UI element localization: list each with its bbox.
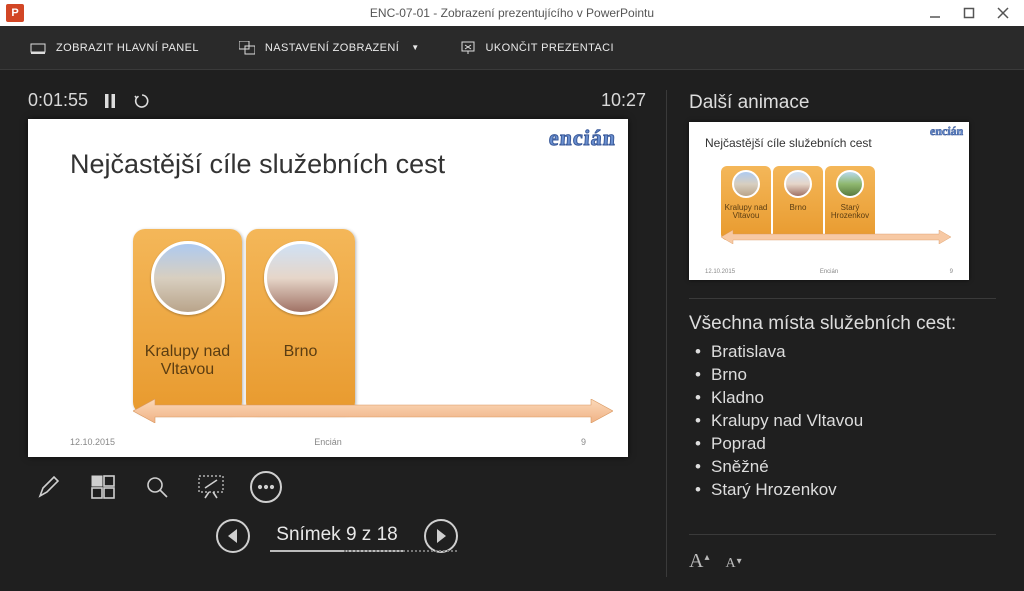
chevron-down-icon: ▼ [411, 43, 419, 52]
show-taskbar-label: ZOBRAZIT HLAVNÍ PANEL [56, 42, 199, 54]
card-photo [264, 241, 338, 315]
card-label: Kralupy nad Vltavou [725, 204, 768, 221]
window-buttons [918, 0, 1020, 26]
notes-title: Všechna místa služebních cest: [689, 313, 996, 335]
all-slides-tool[interactable] [88, 472, 118, 502]
end-show-label: UKONČIT PREZENTACI [486, 42, 614, 54]
more-tools[interactable] [250, 471, 282, 503]
window-title: ENC-07-01 - Zobrazení prezentujícího v P… [0, 6, 1024, 20]
next-slide-preview[interactable]: encián Nejčastější cíle služebních cest … [689, 122, 969, 280]
taskbar-icon [30, 41, 46, 55]
right-panel: Další animace encián Nejčastější cíle sl… [666, 90, 996, 577]
display-settings-button[interactable]: NASTAVENÍ ZOBRAZENÍ ▼ [239, 41, 420, 55]
prev-slide-button[interactable] [216, 519, 250, 553]
double-arrow-icon [133, 399, 613, 423]
preview-footer-number: 9 [950, 269, 953, 275]
minimize-button[interactable] [918, 0, 952, 26]
card-label: Kralupy nad Vltavou [145, 343, 230, 380]
black-screen-tool[interactable] [196, 472, 226, 502]
divider [689, 298, 996, 299]
preview-card: Kralupy nad Vltavou [721, 166, 771, 240]
list-item: Sněžné [689, 456, 996, 479]
card-label: Brno [790, 204, 807, 212]
pause-button[interactable] [100, 91, 120, 111]
preview-cards: Kralupy nad Vltavou Brno Starý Hrozenkov [721, 166, 875, 240]
slide-counter[interactable]: Snímek 9 z 18 [270, 520, 403, 552]
list-item: Kralupy nad Vltavou [689, 410, 996, 433]
font-decrease-button[interactable]: A▾ [725, 551, 741, 571]
card-photo [151, 241, 225, 315]
display-settings-icon [239, 41, 255, 55]
next-animation-heading: Další animace [689, 92, 996, 114]
pen-tool[interactable] [34, 472, 64, 502]
card-label: Brno [284, 343, 318, 361]
double-arrow-icon [721, 230, 951, 244]
list-item: Starý Hrozenkov [689, 479, 996, 502]
list-item: Kladno [689, 387, 996, 410]
elapsed-time: 0:01:55 [28, 90, 88, 111]
maximize-button[interactable] [952, 0, 986, 26]
card-label: Starý Hrozenkov [831, 204, 869, 221]
display-settings-label: NASTAVENÍ ZOBRAZENÍ [265, 42, 399, 54]
preview-footer-center: Encián [820, 269, 838, 275]
zoom-tool[interactable] [142, 472, 172, 502]
title-bar: P ENC-07-01 - Zobrazení prezentujícího v… [0, 0, 1024, 26]
current-slide-panel: 0:01:55 10:27 encián Nejčastější cíle sl… [28, 90, 646, 577]
preview-logo: encián [929, 124, 963, 139]
list-item: Poprad [689, 433, 996, 456]
card-kralupy: Kralupy nad Vltavou [133, 229, 242, 414]
current-slide[interactable]: encián Nejčastější cíle služebních cest … [28, 119, 628, 457]
preview-card: Starý Hrozenkov [825, 166, 875, 240]
end-show-button[interactable]: UKONČIT PREZENTACI [460, 41, 614, 55]
slide-cards: Kralupy nad Vltavou Brno [133, 229, 355, 414]
timer-row: 0:01:55 10:27 [28, 90, 646, 111]
powerpoint-icon: P [6, 4, 24, 22]
next-slide-button[interactable] [424, 519, 458, 553]
clock-time: 10:27 [601, 90, 646, 111]
preview-title: Nejčastější cíle služebních cest [689, 122, 969, 150]
slide-logo: encián [548, 125, 617, 151]
card-photo [732, 170, 760, 198]
list-item: Bratislava [689, 341, 996, 364]
slide-footer-number: 9 [581, 437, 586, 447]
notes-list: Bratislava Brno Kladno Kralupy nad Vltav… [689, 341, 996, 502]
show-taskbar-button[interactable]: ZOBRAZIT HLAVNÍ PANEL [30, 41, 199, 55]
preview-footer-date: 12.10.2015 [705, 269, 735, 275]
command-bar: ZOBRAZIT HLAVNÍ PANEL NASTAVENÍ ZOBRAZEN… [0, 26, 1024, 70]
restart-button[interactable] [132, 91, 152, 111]
slide-title: Nejčastější cíle služebních cest [28, 119, 628, 180]
card-photo [784, 170, 812, 198]
presenter-main: 0:01:55 10:27 encián Nejčastější cíle sl… [0, 70, 1024, 591]
end-show-icon [460, 41, 476, 55]
card-photo [836, 170, 864, 198]
presenter-tools [28, 471, 646, 503]
close-button[interactable] [986, 0, 1020, 26]
slide-footer-center: Encián [314, 437, 342, 447]
slide-nav: Snímek 9 z 18 [28, 519, 646, 553]
preview-card: Brno [773, 166, 823, 240]
list-item: Brno [689, 364, 996, 387]
font-increase-button[interactable]: A▴ [689, 551, 709, 571]
slide-footer-date: 12.10.2015 [70, 437, 115, 447]
font-size-controls: A▴ A▾ [689, 534, 996, 577]
card-brno: Brno [246, 229, 355, 414]
